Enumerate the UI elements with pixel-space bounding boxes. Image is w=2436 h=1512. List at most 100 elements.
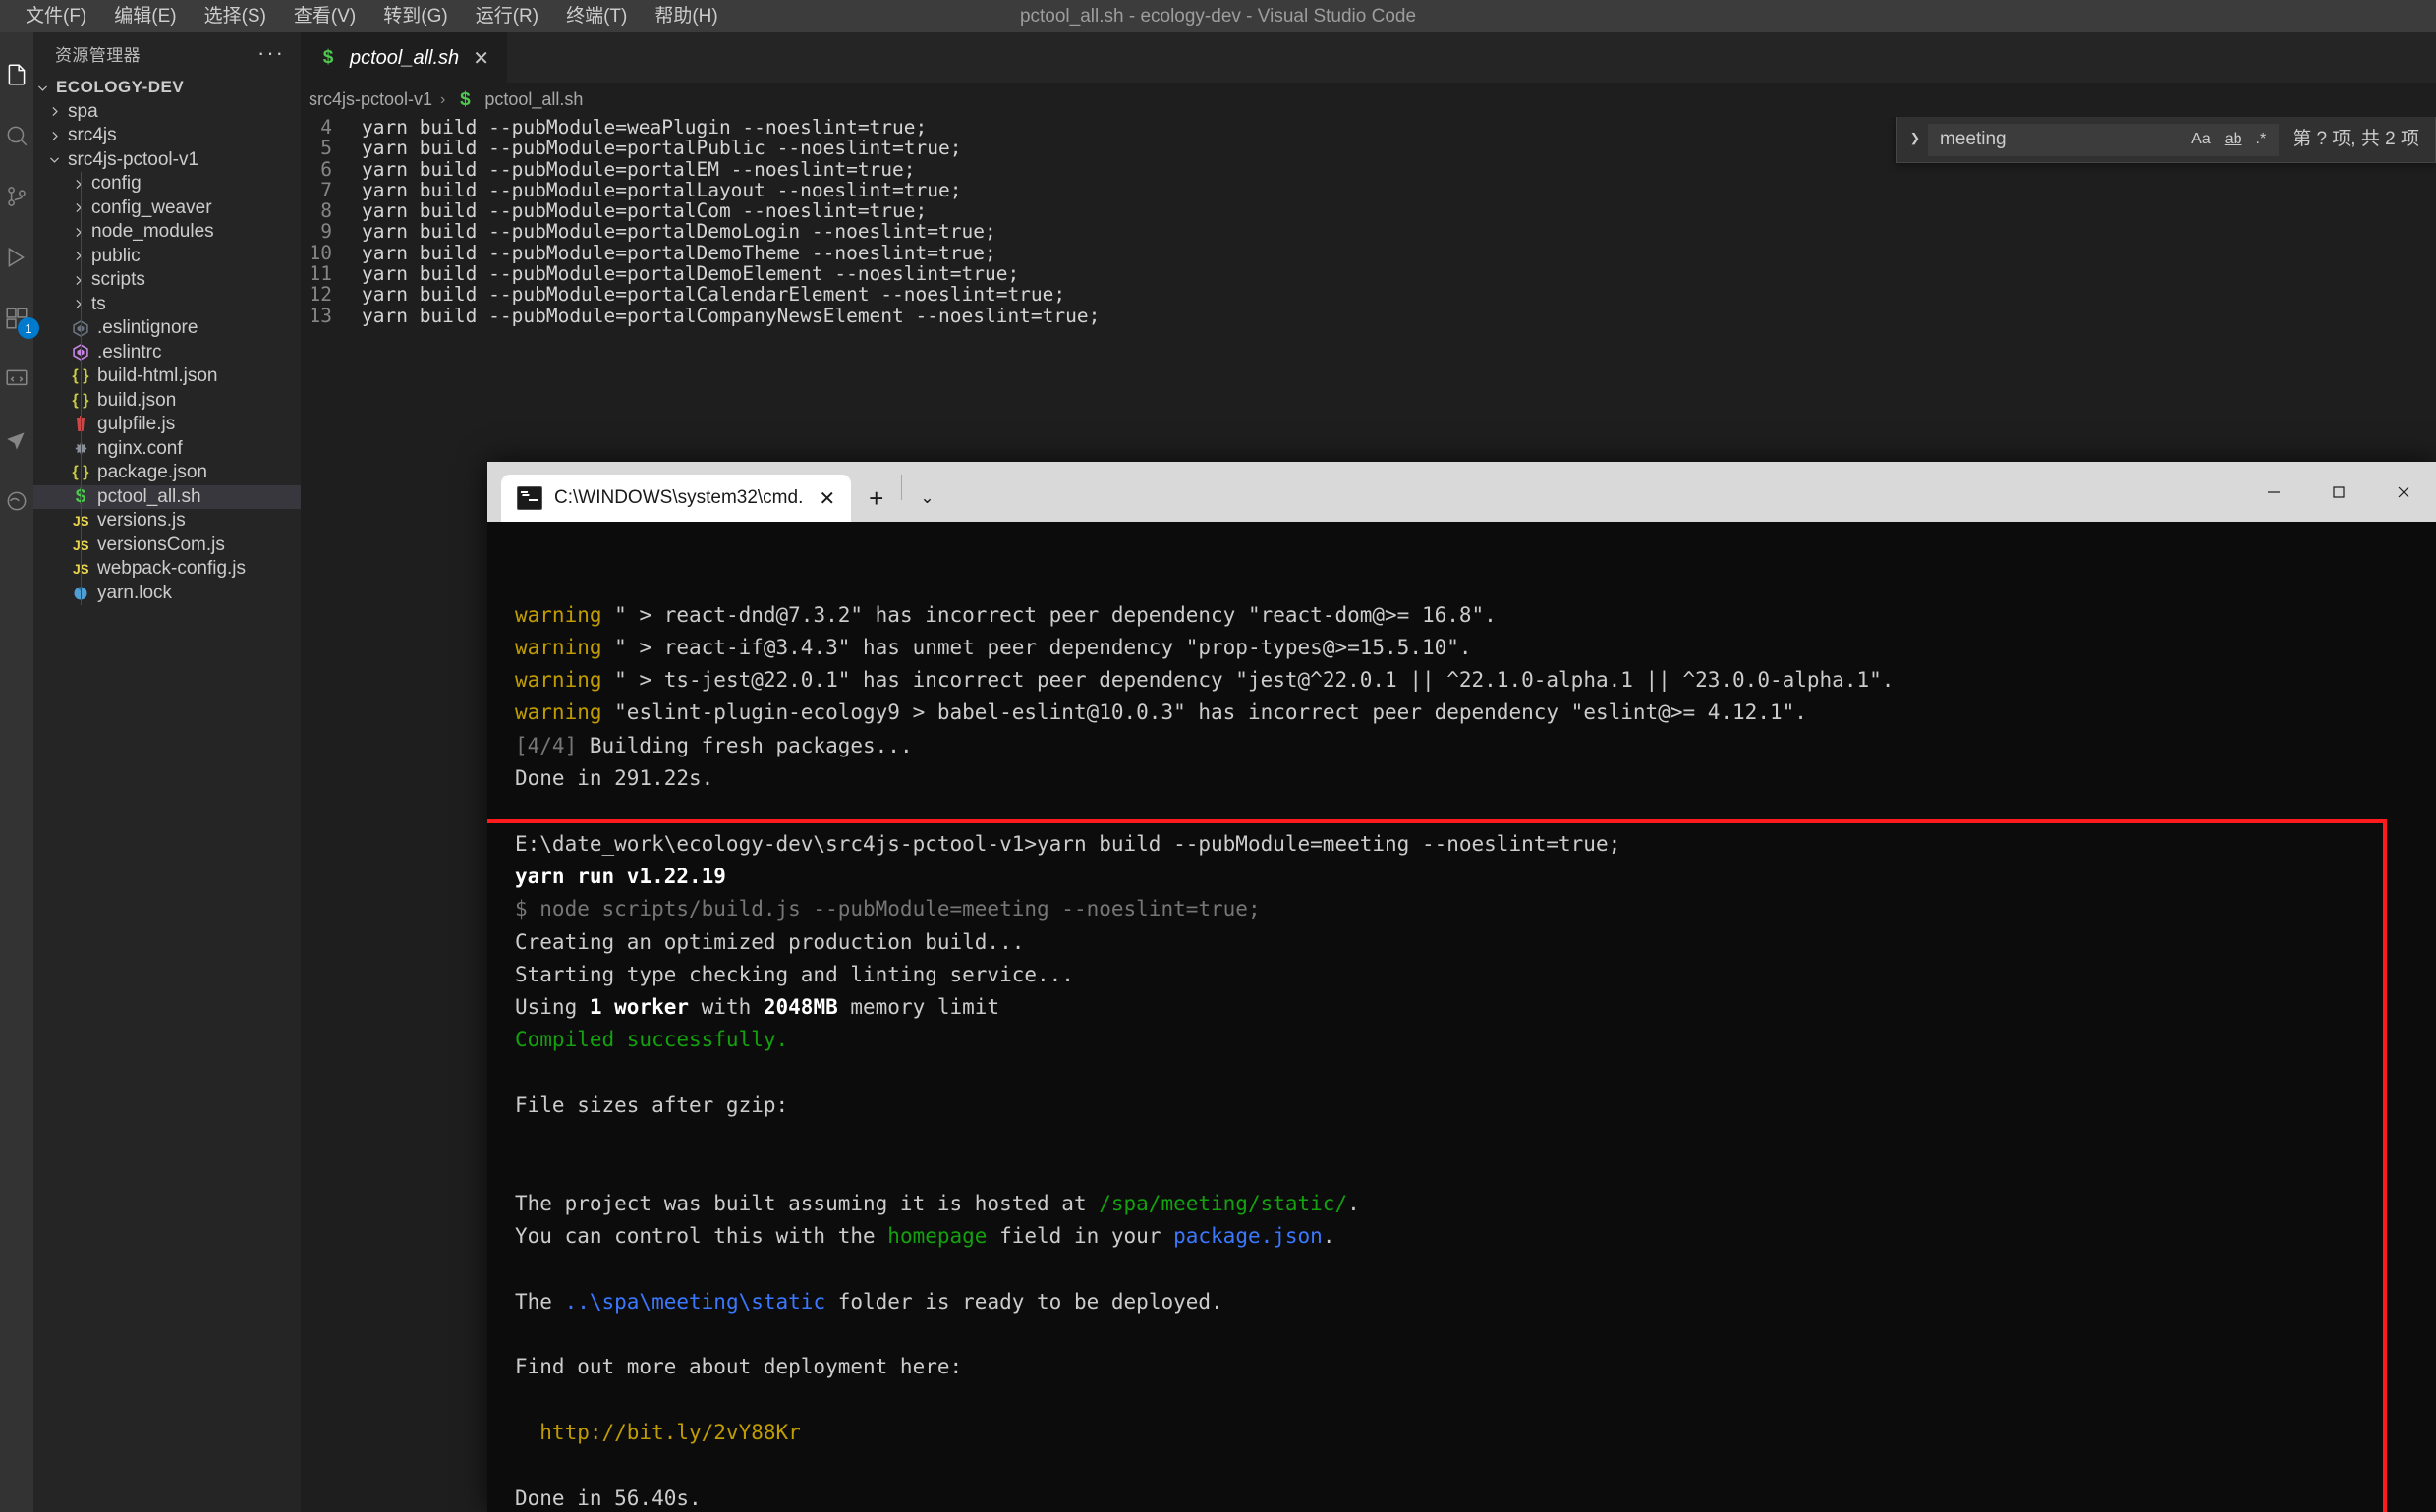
editor-tab-close-icon[interactable]: ✕ [469, 46, 493, 71]
line-number: 11 [309, 262, 332, 286]
find-expand-chevron-right-icon[interactable]: ❯ [1902, 129, 1928, 149]
terminal-text: . [1347, 1191, 1360, 1215]
code-line: 8 yarn build --pubModule=portalCom --noes… [301, 200, 2436, 222]
tree-item-label: scripts [91, 269, 145, 291]
tree-item-src4js-pctool-v1[interactable]: src4js-pctool-v1 [33, 148, 301, 173]
menu-item[interactable]: 查看(V) [280, 4, 369, 28]
line-number: 6 [320, 157, 332, 181]
chevron-right-icon[interactable] [69, 274, 86, 287]
menu-item[interactable]: 编辑(E) [100, 4, 190, 28]
sidebar-more-actions-icon[interactable]: ··· [252, 42, 291, 64]
activity-search-icon[interactable] [0, 105, 33, 166]
editor-tab-pctool-all-sh[interactable]: $ pctool_all.sh ✕ [301, 32, 507, 83]
breadcrumb-file-icon: $ [460, 88, 471, 110]
terminal-text: Starting type checking and linting servi… [515, 962, 1074, 986]
chevron-down-icon[interactable] [33, 82, 51, 94]
terminal-text: 2048MB [763, 995, 838, 1020]
find-whole-word-icon[interactable]: ab [2218, 129, 2249, 149]
chevron-right-icon[interactable] [69, 250, 86, 262]
terminal-text: "eslint-plugin-ecology9 > babel-eslint@1… [601, 700, 1807, 725]
activity-run-debug-icon[interactable] [0, 227, 33, 288]
menu-item[interactable]: 运行(R) [462, 4, 552, 28]
editor-tabbar: $ pctool_all.sh ✕ [301, 32, 2436, 83]
activity-docker-icon[interactable] [0, 471, 33, 532]
menu-item[interactable]: 文件(F) [12, 4, 100, 28]
tree-item-public[interactable]: public [33, 244, 301, 268]
cmd-tab-close-icon[interactable]: ✕ [815, 486, 839, 511]
chevron-right-icon[interactable] [69, 298, 86, 310]
tree-item-label: config [91, 173, 142, 195]
terminal-text: Using [515, 995, 590, 1020]
menu-item[interactable]: 帮助(H) [641, 4, 731, 28]
menu-item[interactable]: 终端(T) [552, 4, 641, 28]
chevron-right-icon[interactable] [69, 226, 86, 239]
terminal-text: [4/4] [515, 733, 578, 757]
line-number: 7 [320, 178, 332, 201]
cmd-minimize-button[interactable] [2241, 462, 2306, 522]
line-text: yarn build --pubModule=portalPublic --no… [362, 137, 962, 160]
terminal-line: You can control this with the homepage f… [515, 1220, 2436, 1253]
find-input[interactable]: meeting Aa ab .* [1928, 123, 2280, 156]
menu-item[interactable]: 选择(S) [191, 4, 280, 28]
find-match-count: 第 ? 项, 共 2 项 [2293, 129, 2419, 150]
tree-item-package-json[interactable]: { } package.json [33, 461, 301, 485]
tree-indent-guide [81, 509, 82, 533]
tree-item-yarn-lock[interactable]: yarn.lock [33, 581, 301, 605]
menu-item[interactable]: 转到(G) [369, 4, 461, 28]
tree-item-eslintignore[interactable]: .eslintignore [33, 316, 301, 341]
shell-file-icon: $ [322, 47, 334, 68]
activity-source-control-icon[interactable] [0, 166, 33, 227]
terminal-line: Compiled successfully. [515, 1024, 2436, 1056]
tree-item-build-html-json[interactable]: { } build-html.json [33, 364, 301, 389]
tree-item-spa[interactable]: spa [33, 100, 301, 125]
tree-indent-guide [81, 364, 82, 389]
tree-item-eslintrc[interactable]: .eslintrc [33, 340, 301, 364]
tree-item-gulpfile-js[interactable]: gulpfile.js [33, 413, 301, 437]
terminal-text: Building fresh packages... [577, 733, 913, 757]
cmd-tab[interactable]: C:\WINDOWS\system32\cmd. ✕ [501, 475, 852, 522]
chevron-right-icon[interactable] [69, 178, 86, 191]
terminal-line: The project was built assuming it is hos… [515, 1188, 2436, 1220]
tree-item-versionscom-js[interactable]: JS versionsCom.js [33, 532, 301, 557]
tree-item-nginx-conf[interactable]: nginx.conf [33, 436, 301, 461]
cmd-dropdown-chevron-down-icon[interactable]: ⌄ [902, 475, 951, 522]
breadcrumb-folder[interactable]: src4js-pctool-v1 [309, 89, 432, 110]
chevron-right-icon[interactable] [69, 201, 86, 214]
breadcrumb-file[interactable]: pctool_all.sh [484, 89, 583, 110]
tree-item-scripts[interactable]: scripts [33, 268, 301, 293]
activity-explorer-icon[interactable] [0, 44, 33, 105]
tree-item-node-modules[interactable]: node_modules [33, 220, 301, 245]
chevron-right-icon[interactable] [45, 130, 63, 142]
cmd-maximize-button[interactable] [2306, 462, 2371, 522]
chevron-right-icon[interactable] [45, 105, 63, 118]
cmd-close-button[interactable] [2371, 462, 2436, 522]
tree-item-src4js[interactable]: src4js [33, 124, 301, 148]
line-text: yarn build --pubModule=portalDemoLogin -… [362, 220, 996, 244]
terminal-output[interactable]: warning " > react-dnd@7.3.2" has incorre… [487, 522, 2436, 1512]
tree-item-config-weaver[interactable]: config_weaver [33, 196, 301, 220]
activity-extensions-icon[interactable]: 1 [0, 288, 39, 349]
find-widget[interactable]: ❯ meeting Aa ab .* 第 ? 项, 共 2 项 [1896, 117, 2436, 163]
activity-test-icon[interactable] [0, 410, 33, 471]
chevron-down-icon[interactable] [45, 153, 63, 166]
activity-remote-explorer-icon[interactable] [0, 349, 33, 410]
find-regex-icon[interactable]: .* [2249, 129, 2274, 149]
tree-item-label: yarn.lock [97, 582, 173, 603]
tree-item-build-json[interactable]: { } build.json [33, 388, 301, 413]
cmd-new-tab-plus-icon[interactable]: + [851, 475, 901, 522]
tree-root-ecology-dev[interactable]: ECOLOGY-DEV [33, 76, 301, 100]
tree-item-webpack-config-js[interactable]: JS webpack-config.js [33, 557, 301, 582]
tree-item-ts[interactable]: ts [33, 292, 301, 316]
terminal-text: package.json [1173, 1224, 1323, 1249]
tree-item-pctool-all-sh[interactable]: $pctool_all.sh [33, 484, 301, 509]
tree-item-config[interactable]: config [33, 172, 301, 196]
tree-item-label: webpack-config.js [97, 558, 247, 580]
tree-item-versions-js[interactable]: JS versions.js [33, 509, 301, 533]
command-prompt-window[interactable]: C:\WINDOWS\system32\cmd. ✕ + ⌄ warning "… [487, 462, 2436, 1512]
terminal-text: with [689, 995, 764, 1020]
code-line: 13 yarn build --pubModule=portalCompanyNe… [301, 305, 2436, 326]
terminal-text: warning [515, 700, 602, 725]
find-match-case-icon[interactable]: Aa [2184, 129, 2218, 149]
